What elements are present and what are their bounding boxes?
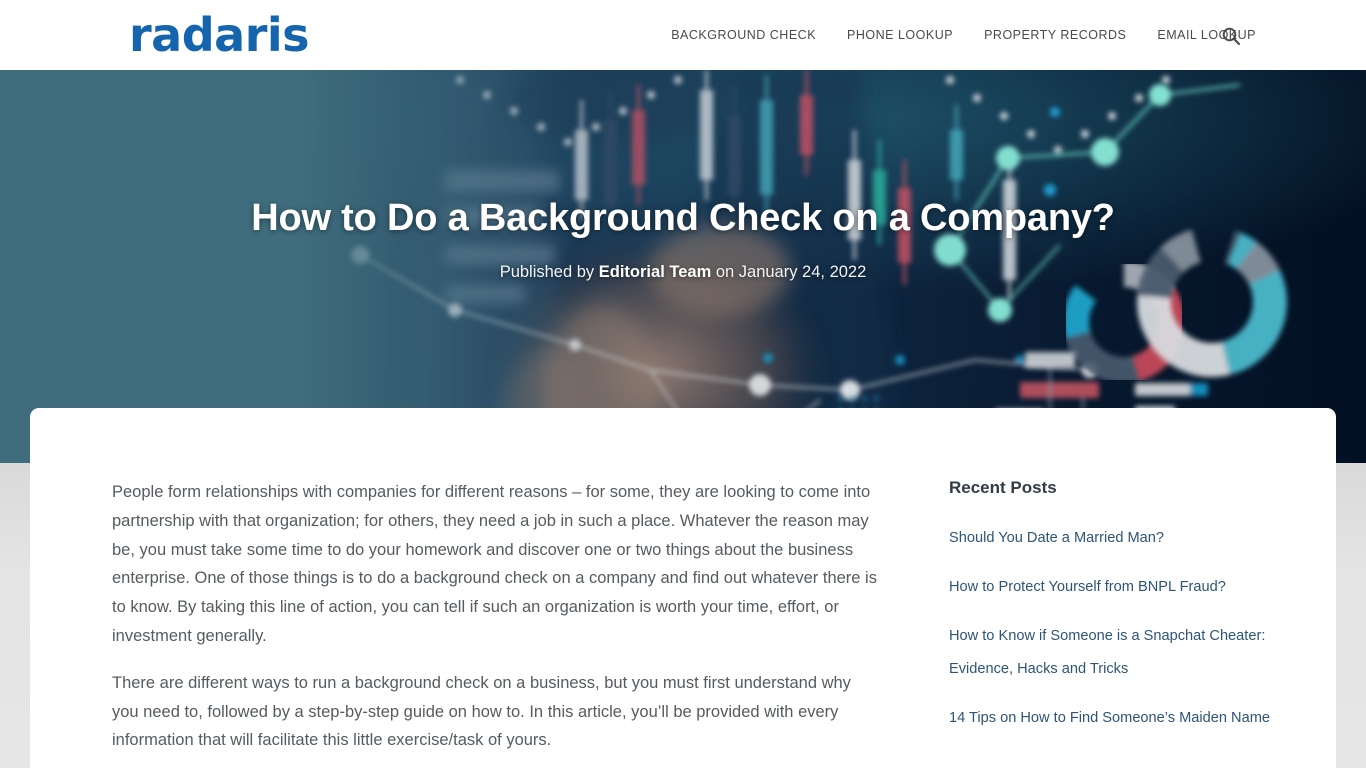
recent-posts-list: Should You Date a Married Man? How to Pr… (949, 522, 1306, 735)
sidebar: Recent Posts Should You Date a Married M… (920, 408, 1336, 768)
page-title: How to Do a Background Check on a Compan… (251, 197, 1115, 239)
hero-banner: How to Do a Background Check on a Compan… (0, 70, 1366, 463)
recent-post-link-3[interactable]: How to Know if Someone is a Snapchat Che… (949, 628, 1265, 677)
recent-post-link-2[interactable]: How to Protect Yourself from BNPL Fraud? (949, 579, 1226, 595)
site-header: radaris BACKGROUND CHECK PHONE LOOKUP PR… (0, 0, 1366, 70)
article-body: People form relationships with companies… (30, 408, 920, 768)
list-item: Should You Date a Married Man? (949, 522, 1306, 555)
recent-post-link-4[interactable]: 14 Tips on How to Find Someone’s Maiden … (949, 710, 1270, 726)
list-item: How to Know if Someone is a Snapchat Che… (949, 620, 1306, 686)
list-item: How to Protect Yourself from BNPL Fraud? (949, 571, 1306, 604)
main-navigation: BACKGROUND CHECK PHONE LOOKUP PROPERTY R… (671, 0, 1256, 70)
byline-author: Editorial Team (598, 263, 712, 281)
radaris-logo[interactable]: radaris (129, 12, 310, 58)
search-icon (1222, 27, 1241, 46)
byline-date: on January 24, 2022 (711, 263, 867, 281)
article-byline: Published by Editorial Team on January 2… (500, 263, 867, 282)
article-paragraph-1: People form relationships with companies… (112, 483, 877, 645)
nav-item-property-records[interactable]: PROPERTY RECORDS (984, 28, 1126, 42)
nav-item-background-check[interactable]: BACKGROUND CHECK (671, 28, 816, 42)
list-item: 14 Tips on How to Find Someone’s Maiden … (949, 702, 1306, 735)
byline-prefix: Published by (499, 263, 599, 281)
nav-item-phone-lookup[interactable]: PHONE LOOKUP (847, 28, 953, 42)
article-content-card: People form relationships with companies… (30, 408, 1336, 768)
recent-post-link-1[interactable]: Should You Date a Married Man? (949, 530, 1164, 546)
article-paragraph-2: There are different ways to run a backgr… (112, 673, 851, 750)
recent-posts-heading: Recent Posts (949, 478, 1057, 497)
search-button[interactable] (1218, 23, 1244, 49)
